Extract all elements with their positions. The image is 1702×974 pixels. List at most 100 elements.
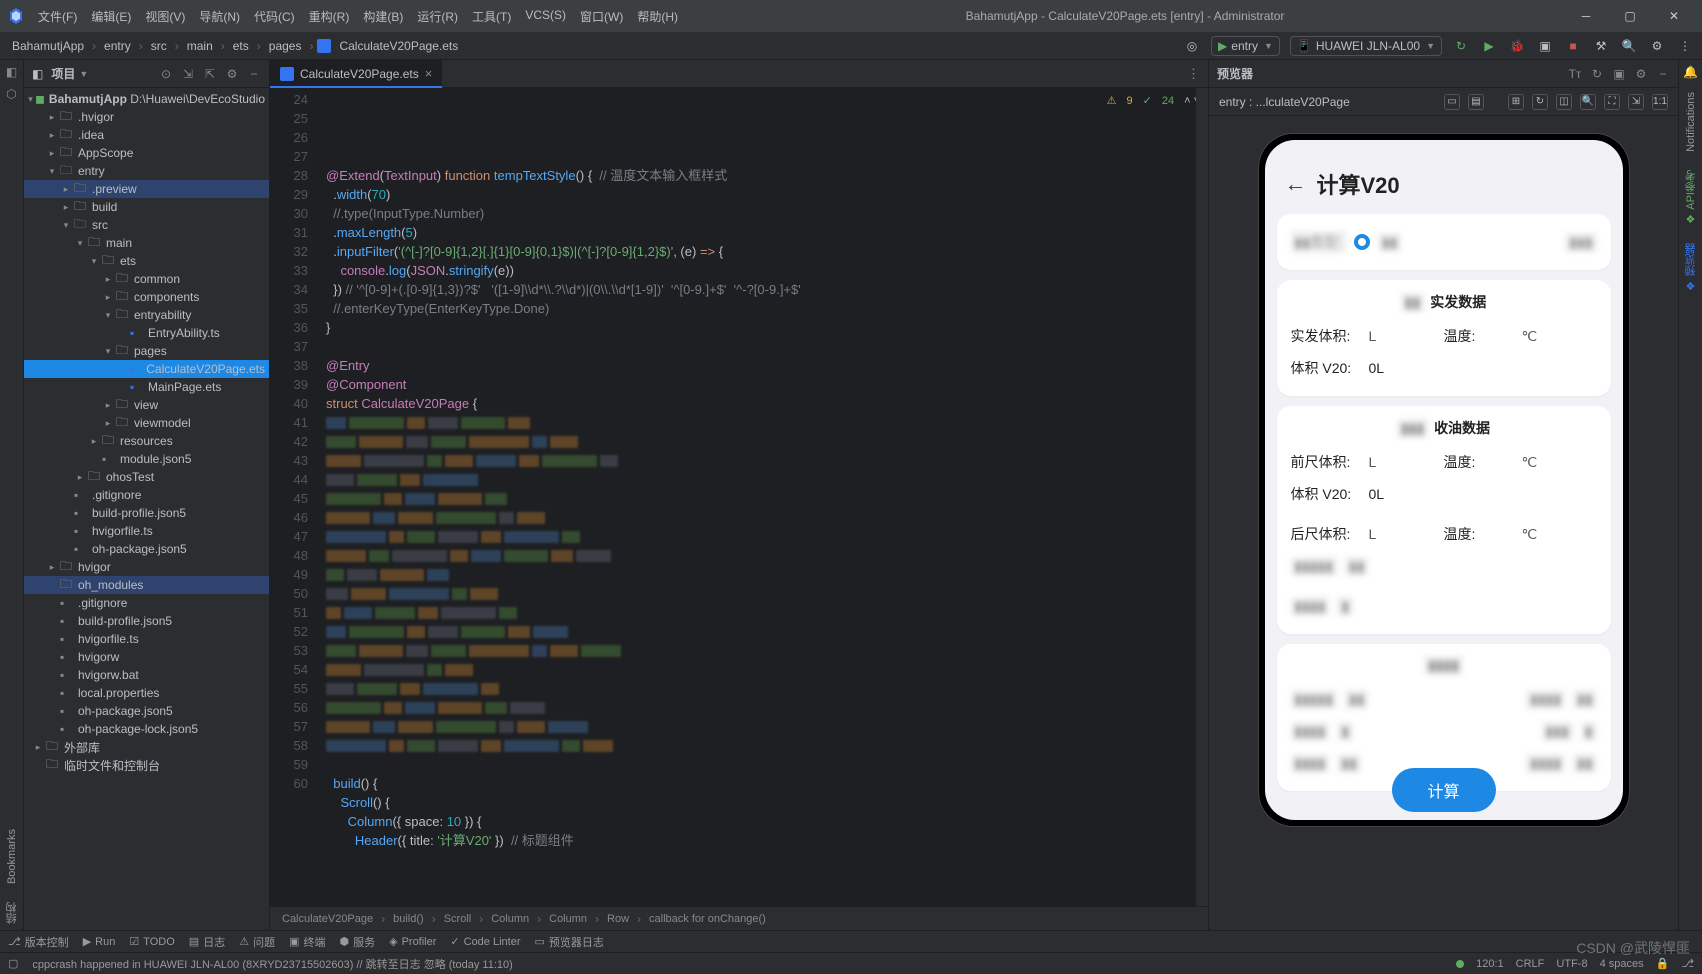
crumb-item[interactable]: Row: [603, 911, 633, 927]
tree-node[interactable]: ▸🗀ohosTest: [24, 468, 269, 486]
close-button[interactable]: ✕: [1654, 2, 1694, 30]
breadcrumb-item[interactable]: ets: [229, 37, 253, 55]
code-area[interactable]: ⚠9 ✓24 ˄ ˅ @Extend(TextInput) function t…: [318, 88, 1208, 906]
crumb-item[interactable]: CalculateV20Page: [278, 911, 377, 927]
before-input[interactable]: [1384, 454, 1435, 470]
editor-inspection[interactable]: ⚠9 ✓24 ˄ ˅: [1107, 92, 1200, 111]
profiler-icon[interactable]: ▣: [1536, 37, 1554, 55]
screenshot-icon[interactable]: ▣: [1612, 67, 1626, 81]
structure-tab[interactable]: 结构: [2, 896, 22, 930]
tree-node[interactable]: ▸🗀common: [24, 270, 269, 288]
calculate-button[interactable]: 计算: [1391, 768, 1495, 812]
tree-node[interactable]: ▾🗀pages: [24, 342, 269, 360]
export-icon[interactable]: ⇲: [1628, 94, 1644, 110]
tree-node[interactable]: ▸🗀.preview: [24, 180, 269, 198]
tree-node[interactable]: ▸🗀.idea: [24, 126, 269, 144]
notifications-tab[interactable]: Notifications: [1683, 86, 1699, 158]
commit-tool-icon[interactable]: ⬡: [4, 86, 20, 102]
collapse-all-icon[interactable]: ⇱: [203, 67, 217, 81]
tree-node[interactable]: ▸🗀.hvigor: [24, 108, 269, 126]
caret-position[interactable]: 120:1: [1476, 958, 1504, 970]
tree-node[interactable]: 🗀临时文件和控制台: [24, 756, 269, 774]
bottom-tab[interactable]: ▶ Run: [83, 935, 116, 948]
breadcrumb-item[interactable]: CalculateV20Page.ets: [335, 37, 462, 55]
crumb-item[interactable]: Scroll: [440, 911, 476, 927]
menu-item[interactable]: 视图(V): [139, 4, 191, 29]
bottom-tab[interactable]: ⎇ 版本控制: [8, 934, 69, 950]
breadcrumb-item[interactable]: entry: [100, 37, 135, 55]
after-input[interactable]: [1384, 526, 1435, 542]
tree-node[interactable]: ▪.gitignore: [24, 594, 269, 612]
tree-node[interactable]: ▪local.properties: [24, 684, 269, 702]
tree-node[interactable]: ▸🗀resources: [24, 432, 269, 450]
expand-all-icon[interactable]: ⇲: [181, 67, 195, 81]
refresh-icon[interactable]: ↻: [1590, 67, 1604, 81]
run-config-selector[interactable]: ▶ entry ▼: [1211, 36, 1280, 56]
tree-node[interactable]: ▪hvigorw: [24, 648, 269, 666]
search-icon[interactable]: 🔍: [1620, 37, 1638, 55]
breadcrumb-item[interactable]: pages: [265, 37, 306, 55]
tree-node[interactable]: ▸🗀viewmodel: [24, 414, 269, 432]
tree-node[interactable]: ▸🗀components: [24, 288, 269, 306]
menu-item[interactable]: 编辑(E): [85, 4, 137, 29]
phone-screen[interactable]: ← 计算V20 ▮▮类型: ▮▮ ▮▮▮ ▮▮实发数据: [1265, 140, 1623, 820]
lock-icon[interactable]: 🔒: [1656, 957, 1670, 970]
line-ending[interactable]: CRLF: [1516, 958, 1545, 970]
zoom-icon[interactable]: 🔍: [1580, 94, 1596, 110]
bottom-tab[interactable]: ▤ 日志: [189, 934, 225, 950]
bookmarks-tab[interactable]: Bookmarks: [4, 823, 20, 890]
git-branch[interactable]: ⎇: [1681, 957, 1694, 970]
status-message[interactable]: cppcrash happened in HUAWEI JLN-AL00 (8X…: [32, 956, 512, 972]
status-left-icon[interactable]: ▢: [8, 957, 18, 970]
tree-node[interactable]: ▸🗀hvigor: [24, 558, 269, 576]
menu-item[interactable]: VCS(S): [519, 4, 572, 29]
tree-node[interactable]: ▾🗀entry: [24, 162, 269, 180]
menu-item[interactable]: 工具(T): [466, 4, 517, 29]
tree-root[interactable]: ▾◼BahamutjApp D:\Huawei\DevEcoStudio: [24, 90, 269, 108]
tree-node[interactable]: ▸🗀外部库: [24, 738, 269, 756]
tree-node[interactable]: ▪CalculateV20Page.ets: [24, 360, 269, 378]
menu-item[interactable]: 帮助(H): [631, 4, 684, 29]
grid-icon[interactable]: ⊞: [1508, 94, 1524, 110]
menu-item[interactable]: 窗口(W): [574, 4, 629, 29]
tab-calculatev20page[interactable]: CalculateV20Page.ets ×: [270, 60, 443, 88]
tree-node[interactable]: ▪module.json5: [24, 450, 269, 468]
tree-node[interactable]: ▾🗀entryability: [24, 306, 269, 324]
breadcrumb-item[interactable]: src: [147, 37, 171, 55]
menu-item[interactable]: 构建(B): [357, 4, 409, 29]
layers-icon[interactable]: ▤: [1468, 94, 1484, 110]
menu-item[interactable]: 代码(C): [248, 4, 301, 29]
tree-node[interactable]: 🗀oh_modules: [24, 576, 269, 594]
font-icon[interactable]: Tт: [1568, 67, 1582, 81]
bottom-tab[interactable]: ✓ Code Linter: [450, 935, 520, 948]
tree-node[interactable]: ▪hvigorfile.ts: [24, 522, 269, 540]
minimize-button[interactable]: ─: [1566, 2, 1606, 30]
tab-menu-icon[interactable]: ⋮: [1187, 66, 1200, 82]
tree-node[interactable]: ▾🗀main: [24, 234, 269, 252]
tree-node[interactable]: ▪hvigorw.bat: [24, 666, 269, 684]
scrollbar[interactable]: [1196, 88, 1208, 906]
stop-icon[interactable]: ■: [1564, 37, 1582, 55]
debug-icon[interactable]: 🐞: [1508, 37, 1526, 55]
tree-node[interactable]: ▪MainPage.ets: [24, 378, 269, 396]
tree-node[interactable]: ▪EntryAbility.ts: [24, 324, 269, 342]
project-tool-icon[interactable]: ◧: [4, 64, 20, 80]
settings-icon[interactable]: ⚙: [1648, 37, 1666, 55]
hide-icon[interactable]: −: [1656, 67, 1670, 81]
settings-icon[interactable]: ⚙: [1634, 67, 1648, 81]
device-selector[interactable]: 📱 HUAWEI JLN-AL00 ▼: [1290, 36, 1442, 56]
settings-icon[interactable]: ⚙: [225, 67, 239, 81]
tree-node[interactable]: ▪build-profile.json5: [24, 504, 269, 522]
tree-node[interactable]: ▪oh-package-lock.json5: [24, 720, 269, 738]
crumb-item[interactable]: Column: [545, 911, 591, 927]
bottom-tab[interactable]: ▣ 终端: [289, 934, 325, 950]
notifications-icon[interactable]: 🔔: [1683, 64, 1699, 80]
ruler-icon[interactable]: ▭: [1444, 94, 1460, 110]
sync-icon[interactable]: ◎: [1183, 37, 1201, 55]
bottom-tab[interactable]: ⬢ 服务: [339, 934, 375, 950]
build-icon[interactable]: ⚒: [1592, 37, 1610, 55]
bottom-tab[interactable]: ⚠ 问题: [239, 934, 275, 950]
indent-setting[interactable]: 4 spaces: [1600, 958, 1644, 970]
bottom-tab[interactable]: ☑ TODO: [129, 935, 174, 948]
breadcrumb-item[interactable]: BahamutjApp: [8, 37, 88, 55]
